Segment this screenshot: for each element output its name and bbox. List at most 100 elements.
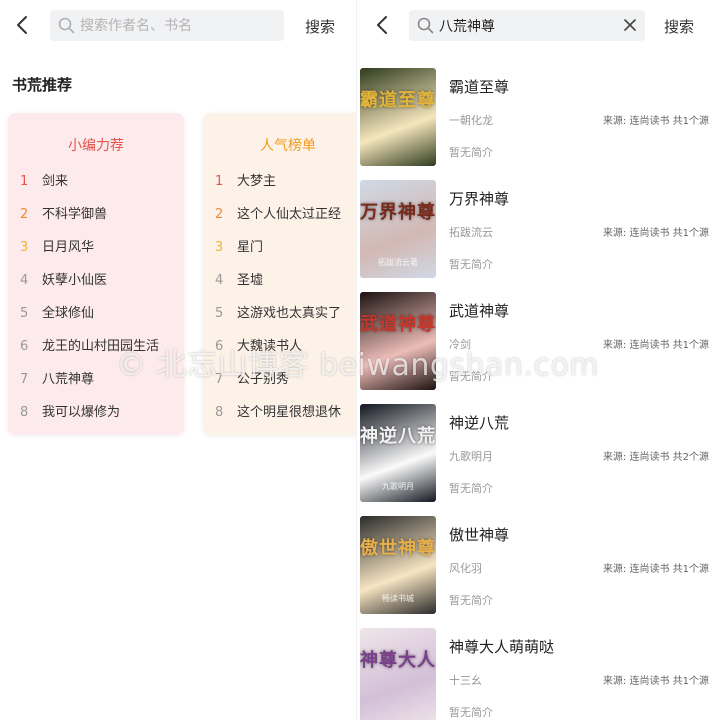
book-title: 神尊大人萌萌哒 (449, 638, 555, 656)
search-input[interactable] (439, 14, 619, 37)
rank-list-item[interactable]: 1 大梦主 (215, 170, 276, 190)
book-title: 星门 (237, 240, 264, 255)
popular-ranking-card: 人气榜单 1 大梦主 2 这个人仙太过正经 3 星门 4 圣墟 5 这游戏也太真实了 6 大魏读书人 7… (203, 113, 356, 435)
cover-subtitle: 畅读书城 (382, 594, 414, 603)
rank-number: 3 (215, 240, 224, 255)
book-cover[interactable]: 神逆八荒 九歌明月 (360, 404, 436, 502)
rank-list-item[interactable]: 8 我可以爆修为 (20, 401, 120, 421)
rank-number: 5 (20, 306, 29, 321)
rank-number: 8 (215, 405, 224, 420)
book-title: 妖孽小仙医 (42, 273, 108, 288)
book-author: 一朝化龙 (449, 114, 493, 127)
rank-list-item[interactable]: 4 妖孽小仙医 (20, 269, 107, 289)
book-author: 风化羽 (449, 562, 482, 575)
top-bar: 搜索 (357, 0, 717, 52)
search-input[interactable] (80, 14, 276, 37)
rank-list-item[interactable]: 2 这个人仙太过正经 (215, 203, 341, 223)
book-source: 来源: 连尚读书 共1个源 (602, 116, 709, 127)
book-intro: 暂无简介 (449, 594, 493, 607)
rank-list-item[interactable]: 5 这游戏也太真实了 (215, 302, 341, 322)
book-title: 这个明星很想退休 (237, 405, 342, 420)
rank-number: 3 (20, 240, 29, 255)
book-cover[interactable]: 神尊大人 (360, 628, 436, 720)
rank-number: 6 (20, 339, 29, 354)
search-results-panel: 搜索 霸道至尊霸道至尊一朝化龙来源: 连尚读书 共1个源暂无简介万界神尊拓跋流云… (357, 0, 717, 720)
cover-title: 傲世神尊 (360, 538, 436, 559)
search-result-item[interactable]: 霸道至尊 霸道至尊 一朝化龙 来源: 连尚读书 共1个源 暂无简介 (357, 56, 717, 168)
book-title: 不科学御兽 (42, 207, 108, 222)
search-result-item[interactable]: 神逆八荒 九歌明月 神逆八荒 九歌明月 来源: 连尚读书 共2个源 暂无简介 (357, 392, 717, 504)
back-button[interactable] (371, 12, 393, 38)
book-title: 傲世神尊 (449, 526, 510, 544)
book-cover[interactable]: 万界神尊 拓跋流云著 (360, 180, 436, 278)
search-button[interactable]: 搜索 (664, 16, 694, 37)
rank-list-item[interactable]: 2 不科学御兽 (20, 203, 107, 223)
book-source: 来源: 连尚读书 共1个源 (602, 564, 709, 575)
book-title: 八荒神尊 (42, 372, 95, 387)
cover-title: 万界神尊 (360, 202, 436, 223)
search-icon (58, 17, 75, 34)
book-intro: 暂无简介 (449, 370, 493, 383)
rank-list-item[interactable]: 3 日月风华 (20, 236, 94, 256)
book-title: 神逆八荒 (449, 414, 510, 432)
rank-number: 2 (215, 207, 224, 222)
book-title: 日月风华 (42, 240, 95, 255)
book-author: 十三幺 (449, 674, 482, 687)
book-source: 来源: 连尚读书 共1个源 (602, 228, 709, 239)
rank-list-item[interactable]: 8 这个明星很想退休 (215, 401, 341, 421)
book-title: 大梦主 (237, 174, 277, 189)
book-author: 拓跋流云 (449, 226, 493, 239)
cover-title: 神尊大人 (360, 650, 436, 671)
cover-subtitle: 九歌明月 (382, 482, 414, 491)
book-source: 来源: 连尚读书 共1个源 (602, 340, 709, 351)
search-result-item[interactable]: 神尊大人 神尊大人萌萌哒十三幺 来源: 连尚读书 共1个源暂无简介 (357, 616, 717, 720)
cover-title: 霸道至尊 (360, 90, 436, 111)
rank-list-item[interactable]: 1 剑来 (20, 170, 68, 190)
book-title: 剑来 (42, 174, 69, 189)
editor-picks-card: 小编力荐 1 剑来 2 不科学御兽 3 日月风华 4 妖孽小仙医 5 全球修仙 6 龙王的山村田园生活… (8, 113, 184, 435)
rank-number: 5 (215, 306, 224, 321)
rank-list-item[interactable]: 6 龙王的山村田园生活 (20, 335, 159, 355)
book-source: 来源: 连尚读书 共2个源 (602, 452, 709, 463)
book-intro: 暂无简介 (449, 706, 493, 719)
book-intro: 暂无简介 (449, 482, 493, 495)
search-result-item[interactable]: 武道神尊 武道神尊 冷剑 来源: 连尚读书 共1个源 暂无简介 (357, 280, 717, 392)
rank-number: 1 (215, 174, 224, 189)
search-result-item[interactable]: 傲世神尊 畅读书城 傲世神尊 风化羽 来源: 连尚读书 共1个源 暂无简介 (357, 504, 717, 616)
book-title: 万界神尊 (449, 190, 510, 208)
book-intro: 暂无简介 (449, 146, 493, 159)
close-icon[interactable] (623, 18, 637, 32)
book-title: 霸道至尊 (449, 78, 510, 96)
search-icon (417, 17, 434, 34)
search-box[interactable] (50, 10, 284, 41)
rank-list-item[interactable]: 5 全球修仙 (20, 302, 94, 322)
rank-list-item[interactable]: 4 圣墟 (215, 269, 263, 289)
book-author: 冷剑 (449, 338, 471, 351)
book-cover[interactable]: 武道神尊 (360, 292, 436, 390)
rank-list-item[interactable]: 3 星门 (215, 236, 263, 256)
book-title: 大魏读书人 (237, 339, 303, 354)
back-button[interactable] (11, 12, 33, 38)
book-author: 九歌明月 (449, 450, 493, 463)
book-title: 龙王的山村田园生活 (42, 339, 160, 354)
rank-list-item[interactable]: 6 大魏读书人 (215, 335, 302, 355)
rank-number: 4 (215, 273, 224, 288)
book-title: 武道神尊 (449, 302, 510, 320)
search-button[interactable]: 搜索 (305, 16, 335, 37)
rank-list-item[interactable]: 7 八荒神尊 (20, 368, 94, 388)
cover-title: 武道神尊 (360, 314, 436, 335)
book-cover[interactable]: 霸道至尊 (360, 68, 436, 166)
section-title: 书荒推荐 (12, 76, 73, 94)
book-source: 来源: 连尚读书 共1个源 (602, 676, 709, 687)
chevron-left-icon (17, 16, 27, 34)
cover-title: 神逆八荒 (360, 426, 436, 447)
book-intro: 暂无简介 (449, 258, 493, 271)
search-home-panel: 搜索 书荒推荐 小编力荐 1剑来2不科学御兽3日月风华4妖孽小仙医5全球修仙6龙… (0, 0, 356, 720)
rank-number: 4 (20, 273, 29, 288)
rank-list-item[interactable]: 7 公子别秀 (215, 368, 289, 388)
search-box[interactable] (409, 10, 645, 41)
card-title: 小编力荐 (68, 138, 124, 154)
search-result-item[interactable]: 万界神尊 拓跋流云著 万界神尊 拓跋流云 来源: 连尚读书 共1个源 暂无简介 (357, 168, 717, 280)
rank-number: 7 (20, 372, 29, 387)
book-cover[interactable]: 傲世神尊 畅读书城 (360, 516, 436, 614)
